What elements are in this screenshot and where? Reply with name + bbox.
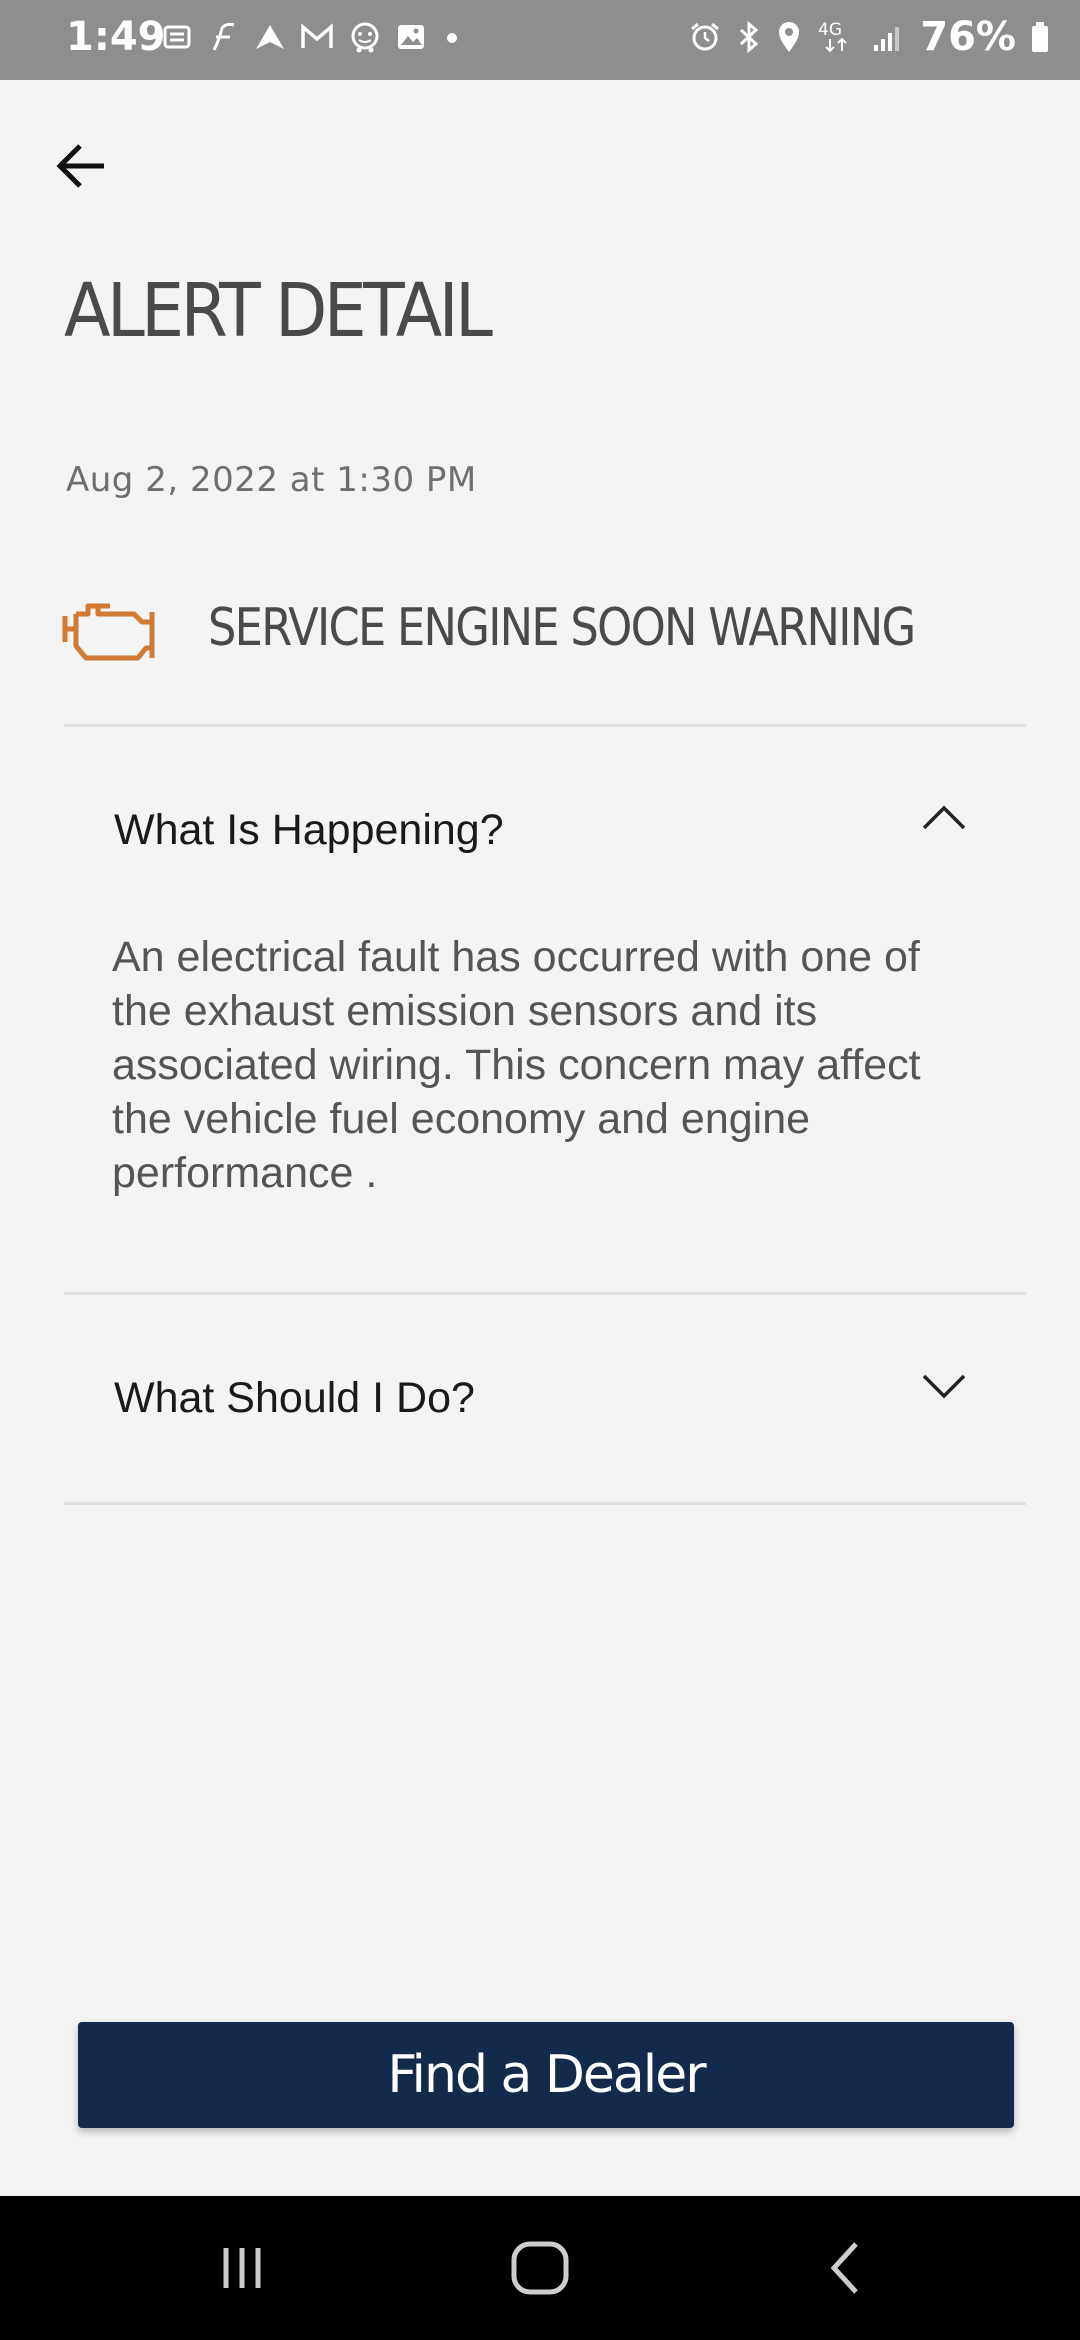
arrow-left-icon bbox=[56, 144, 104, 188]
gmail-icon bbox=[300, 23, 334, 51]
chevron-up-icon bbox=[922, 805, 966, 830]
divider bbox=[64, 1292, 1026, 1295]
status-time: 1:49 bbox=[66, 14, 166, 60]
accordion-label: What Is Happening? bbox=[114, 806, 504, 854]
arrow-up-icon bbox=[254, 22, 286, 52]
back-icon[interactable] bbox=[816, 2238, 876, 2303]
notification-icon bbox=[162, 22, 192, 52]
signal-icon bbox=[872, 21, 906, 53]
lte-icon: 4G bbox=[816, 19, 858, 55]
accordion-what-should-i-do[interactable]: What Should I Do? bbox=[64, 1340, 1026, 1460]
bluetooth-icon bbox=[736, 20, 762, 54]
page-title: ALERT DETAIL bbox=[64, 268, 493, 354]
system-nav-bar bbox=[0, 2196, 1080, 2340]
engine-warning-icon bbox=[62, 603, 155, 661]
find-dealer-button[interactable]: Find a Dealer bbox=[78, 2022, 1014, 2128]
status-right-icons: 4G 76% bbox=[688, 14, 1050, 60]
waze-icon bbox=[348, 21, 382, 53]
divider bbox=[64, 724, 1026, 727]
recent-apps-icon[interactable] bbox=[212, 2238, 272, 2303]
status-left-icons bbox=[162, 20, 464, 54]
svg-text:4G: 4G bbox=[818, 20, 842, 40]
divider bbox=[64, 1502, 1026, 1505]
status-bar: 1:49 4G 76% bbox=[0, 0, 1080, 80]
app-f-icon bbox=[206, 20, 240, 54]
back-button[interactable] bbox=[52, 138, 116, 194]
alert-title: SERVICE ENGINE SOON WARNING bbox=[208, 598, 916, 658]
battery-icon bbox=[1030, 20, 1050, 54]
accordion-body-text: An electrical fault has occurred with on… bbox=[112, 933, 921, 1197]
location-icon bbox=[776, 20, 802, 54]
battery-percentage: 76% bbox=[920, 14, 1016, 60]
accordion-label: What Should I Do? bbox=[114, 1374, 475, 1422]
alarm-icon bbox=[688, 20, 722, 54]
home-icon[interactable] bbox=[508, 2238, 572, 2303]
gallery-icon bbox=[396, 22, 426, 52]
alert-timestamp: Aug 2, 2022 at 1:30 PM bbox=[66, 460, 477, 500]
accordion-what-is-happening[interactable]: What Is Happening? bbox=[64, 770, 1026, 890]
chevron-down-icon bbox=[922, 1374, 966, 1399]
dot-icon bbox=[440, 22, 464, 52]
